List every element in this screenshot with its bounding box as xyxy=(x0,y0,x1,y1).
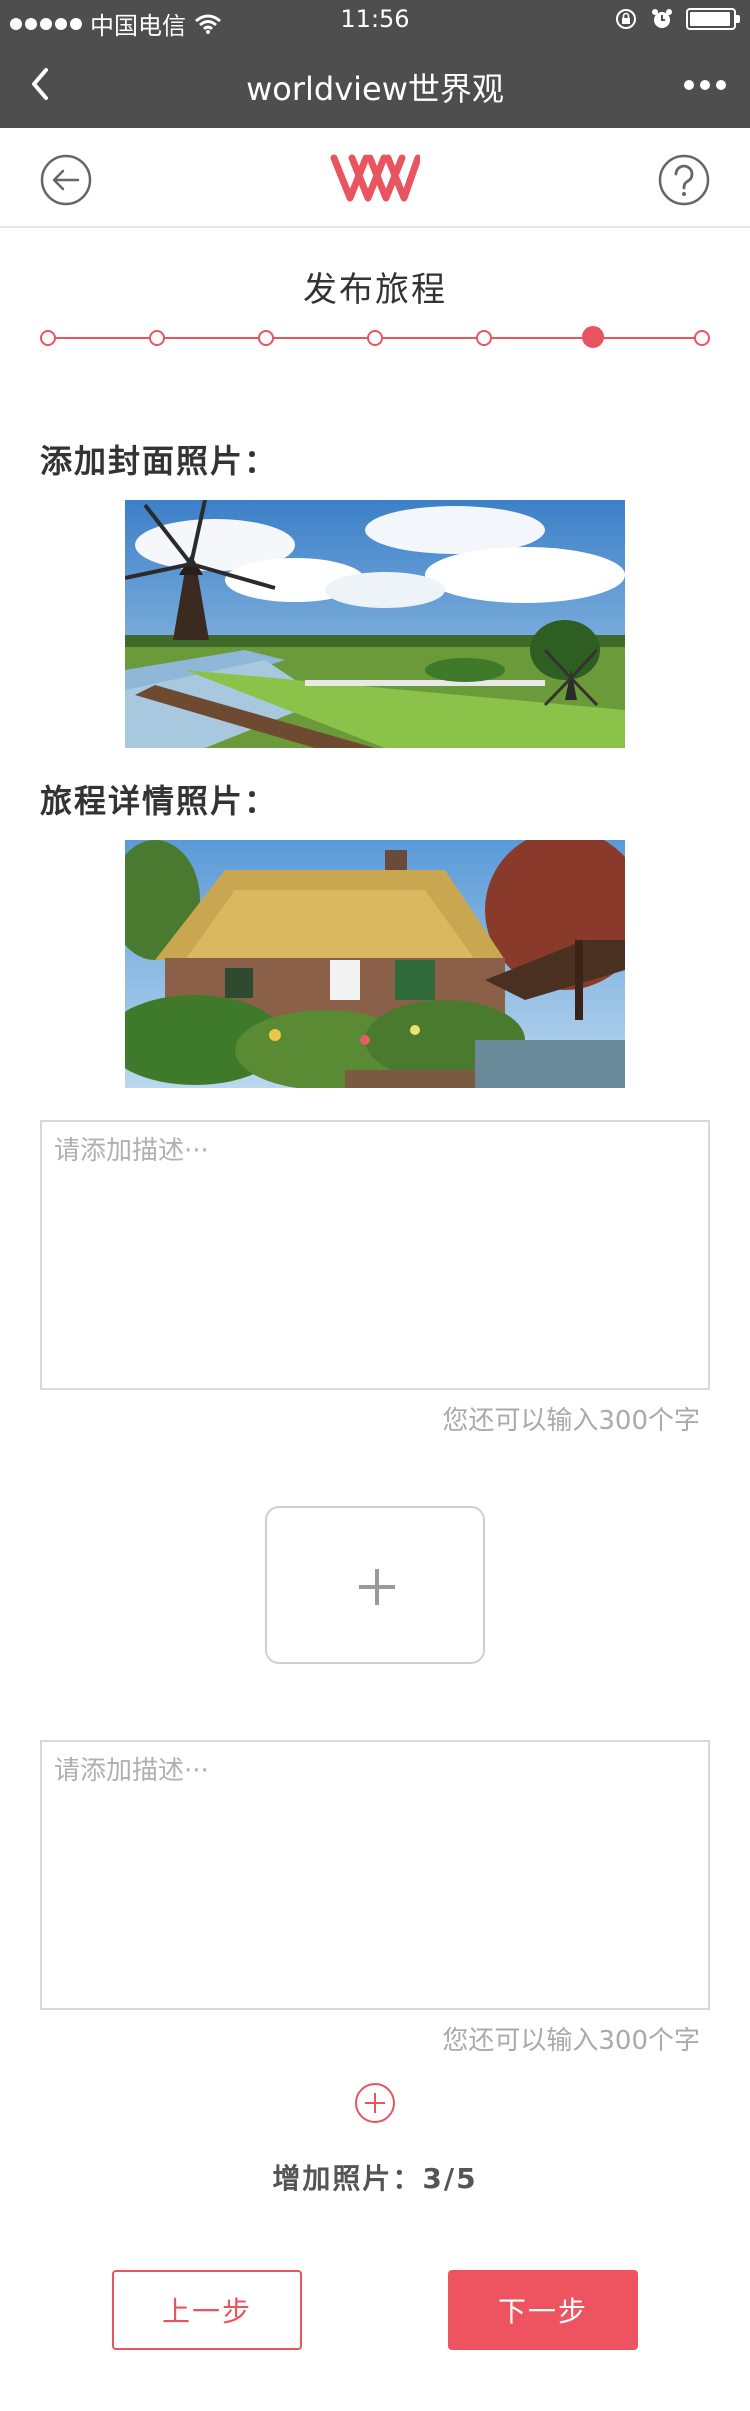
description-box[interactable] xyxy=(40,1120,710,1390)
step-dot xyxy=(149,330,165,346)
step-dot xyxy=(367,330,383,346)
page-title: 发布旅程 xyxy=(303,270,447,310)
add-circle-icon[interactable] xyxy=(355,2083,395,2123)
description-input[interactable] xyxy=(42,1122,708,1388)
step-dot xyxy=(258,330,274,346)
step-dot-active xyxy=(582,326,604,348)
char-count-hint: 您还可以输入300个字 xyxy=(442,2026,700,2056)
step-dot xyxy=(694,330,710,346)
next-step-button[interactable]: 下一步 xyxy=(448,2270,638,2350)
add-photo-button[interactable] xyxy=(265,1506,485,1664)
detail-photo-label: 旅程详情照片： xyxy=(40,782,279,820)
nav-bar: worldview世界观 xyxy=(0,40,750,128)
help-icon[interactable] xyxy=(658,154,710,206)
char-count-hint: 您还可以输入300个字 xyxy=(442,1406,700,1436)
back-circle-icon[interactable] xyxy=(40,154,92,206)
progress-stepper xyxy=(40,326,710,350)
description-box[interactable] xyxy=(40,1740,710,2010)
description-input[interactable] xyxy=(42,1742,708,2008)
alarm-icon xyxy=(652,9,672,28)
status-right xyxy=(614,7,740,31)
step-dot xyxy=(476,330,492,346)
photo-count-label: 增加照片：3/5 xyxy=(272,2162,478,2195)
more-icon[interactable] xyxy=(684,80,726,90)
lock-rotation-icon xyxy=(616,9,636,29)
nav-title: worldview世界观 xyxy=(246,70,504,108)
cover-photo-label: 添加封面照片： xyxy=(40,442,279,480)
cottage-image xyxy=(125,840,625,1088)
detail-photo[interactable] xyxy=(125,840,625,1088)
logo-icon xyxy=(330,154,420,202)
prev-step-button[interactable]: 上一步 xyxy=(112,2270,302,2350)
windmill-image xyxy=(125,500,625,748)
battery-icon xyxy=(686,8,740,30)
app-header xyxy=(0,128,750,228)
step-dot xyxy=(40,330,56,346)
status-bar: 中国电信 11:56 xyxy=(0,0,750,40)
cover-photo[interactable] xyxy=(125,500,625,748)
